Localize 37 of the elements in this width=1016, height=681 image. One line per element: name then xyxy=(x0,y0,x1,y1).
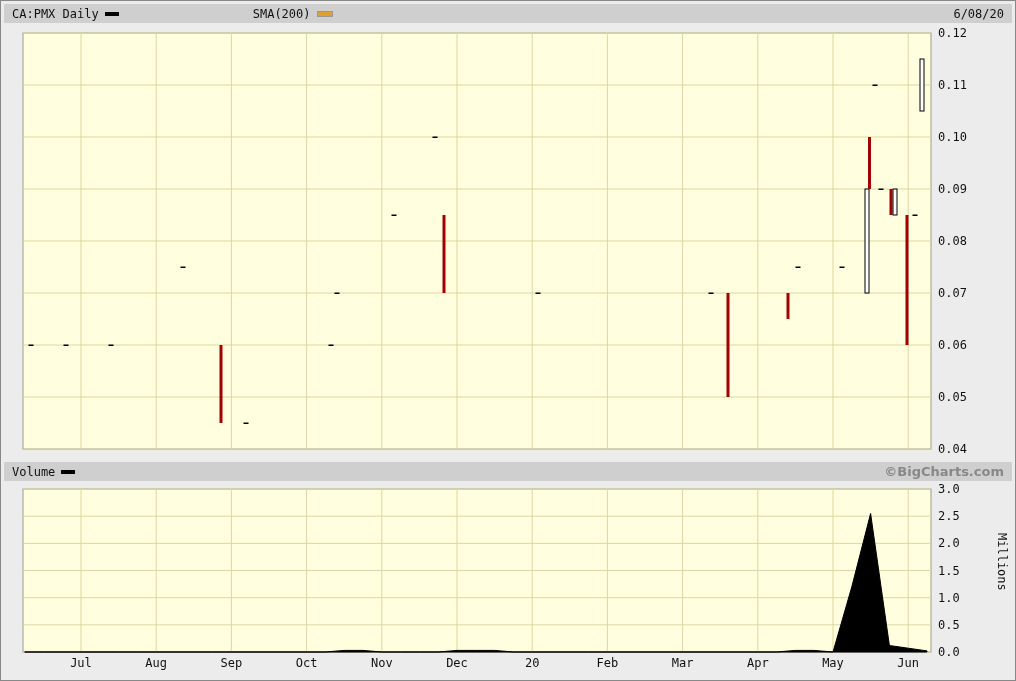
axis-label: 0.12 xyxy=(938,26,967,40)
axis-label: Mar xyxy=(671,656,694,670)
axis-label: 20 xyxy=(524,656,540,670)
axis-label: Dec xyxy=(446,656,468,670)
chart-date: 6/08/20 xyxy=(953,6,1004,21)
legend-swatch xyxy=(316,10,333,17)
axis-label: Oct xyxy=(295,656,318,670)
axis-title: Millions xyxy=(995,533,1009,591)
axis-label: 0.08 xyxy=(938,234,967,248)
axis-label: 0.04 xyxy=(938,442,967,456)
axis-label: 0.09 xyxy=(938,182,967,196)
axis-label: Feb xyxy=(596,656,619,670)
axis-label: 0.05 xyxy=(938,390,967,404)
axis-label: 0.10 xyxy=(938,130,967,144)
axis-label: 0.07 xyxy=(938,286,967,300)
indicator-label: SMA(200) xyxy=(252,6,311,21)
credit-text: ©BigCharts.com xyxy=(884,464,1004,479)
axis-label: Aug xyxy=(145,656,168,670)
symbol-label: CA:PMX Daily xyxy=(12,6,99,21)
legend-swatch xyxy=(104,11,119,16)
axis-label: 1.5 xyxy=(938,563,960,578)
volume-label: Volume xyxy=(12,464,56,479)
axis-label: 2.0 xyxy=(938,536,960,551)
axis-label: Sep xyxy=(220,656,243,670)
axis-label: 0.11 xyxy=(938,78,967,92)
axis-label: Apr xyxy=(746,656,769,670)
axis-label: Jun xyxy=(897,656,920,670)
axis-label: 0.06 xyxy=(938,338,967,352)
axis-label: 0.0 xyxy=(938,645,960,659)
axis-label: 2.5 xyxy=(938,509,960,524)
axis-label: 1.0 xyxy=(938,590,960,605)
axis-label: Jul xyxy=(70,656,92,670)
axis-label: 3.0 xyxy=(938,482,960,496)
axis-label: Nov xyxy=(370,656,393,670)
axis-label: May xyxy=(822,656,844,670)
axis-label: 0.5 xyxy=(938,617,960,632)
legend-swatch xyxy=(61,469,76,474)
